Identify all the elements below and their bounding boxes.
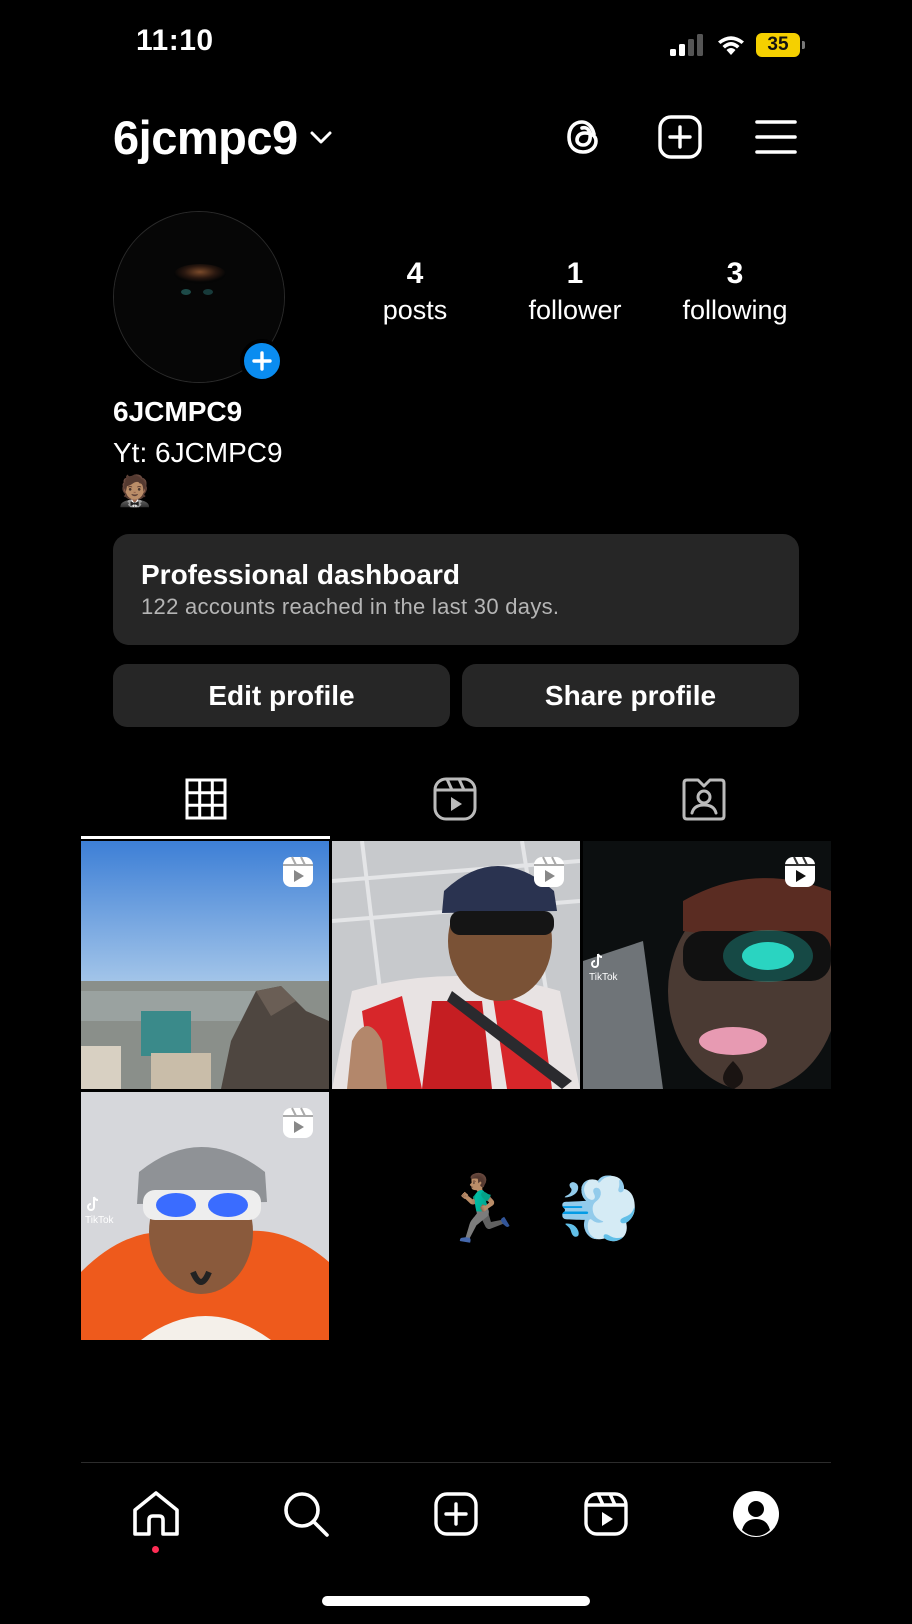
followers-count[interactable]: 1 follower [500,256,650,328]
reel-badge-icon [283,856,313,887]
tiktok-logo-icon [87,1196,99,1211]
plus-icon [252,351,272,371]
tab-tagged[interactable] [579,760,828,838]
nav-profile[interactable] [728,1486,784,1542]
tab-posts[interactable] [81,760,330,838]
menu-icon[interactable] [751,112,801,162]
grid-emoji-caption: 🏃🏽‍♂️💨 [440,1171,677,1245]
reels-icon [584,1492,628,1536]
grid-post-1[interactable] [81,841,329,1089]
battery-indicator: 35 [756,33,805,57]
wifi-icon [718,36,744,55]
notification-dot [152,1546,159,1553]
stat-value: 4 [406,257,424,290]
bio-text: Yt: 6JCMPC9 [113,437,283,468]
status-icons: 35 [670,30,805,60]
nav-search[interactable] [278,1486,334,1542]
search-icon [284,1492,329,1537]
signal-icon [670,34,703,56]
reel-badge-icon [283,1107,313,1138]
tiktok-watermark: TikTok [589,953,618,983]
username: 6jcmpc9 [113,111,298,164]
create-post-icon[interactable] [655,112,705,162]
tiktok-logo-icon [591,953,603,968]
bio-emoji: 🤵🏽 [116,475,154,508]
nav-divider [81,1462,831,1463]
add-story-button[interactable] [240,339,284,383]
profile-icon [733,1491,779,1537]
nav-create[interactable] [428,1486,484,1542]
stat-label: follower [528,295,622,325]
share-profile-button[interactable]: Share profile [462,664,799,727]
posts-grid-icon [185,778,226,820]
tiktok-watermark-text: TikTok [589,972,618,983]
tab-reels[interactable] [330,760,579,838]
nav-reels[interactable] [578,1486,634,1542]
threads-icon[interactable] [558,112,608,162]
following-count[interactable]: 3 following [660,256,810,328]
active-tab-indicator [81,836,330,839]
nav-home[interactable] [128,1486,184,1542]
account-switcher[interactable]: 6jcmpc9 [113,110,332,165]
stat-value: 1 [566,257,584,290]
reel-badge-icon [785,856,815,887]
dashboard-subtitle: 122 accounts reached in the last 30 days… [141,594,560,619]
home-icon [133,1491,179,1536]
posts-count[interactable]: 4 posts [340,256,490,328]
tagged-tab-icon [682,778,725,821]
edit-profile-button[interactable]: Edit profile [113,664,450,727]
home-indicator [322,1596,590,1606]
reel-badge-icon [534,856,564,887]
tiktok-watermark-text: TikTok [85,1215,114,1226]
dashboard-title: Professional dashboard [141,559,460,590]
reels-tab-icon [433,777,476,821]
tiktok-watermark: TikTok [85,1196,114,1226]
stat-value: 3 [726,257,744,290]
grid-post-3[interactable]: TikTok [583,841,831,1089]
status-time: 11:10 [136,24,214,57]
grid-post-2[interactable] [332,841,580,1089]
chevron-down-icon [310,131,332,143]
grid-post-4[interactable]: TikTok [81,1092,329,1340]
create-icon [434,1492,478,1536]
display-name: 6JCMPC9 [113,396,243,427]
stat-label: following [682,295,788,325]
stat-label: posts [382,295,448,325]
